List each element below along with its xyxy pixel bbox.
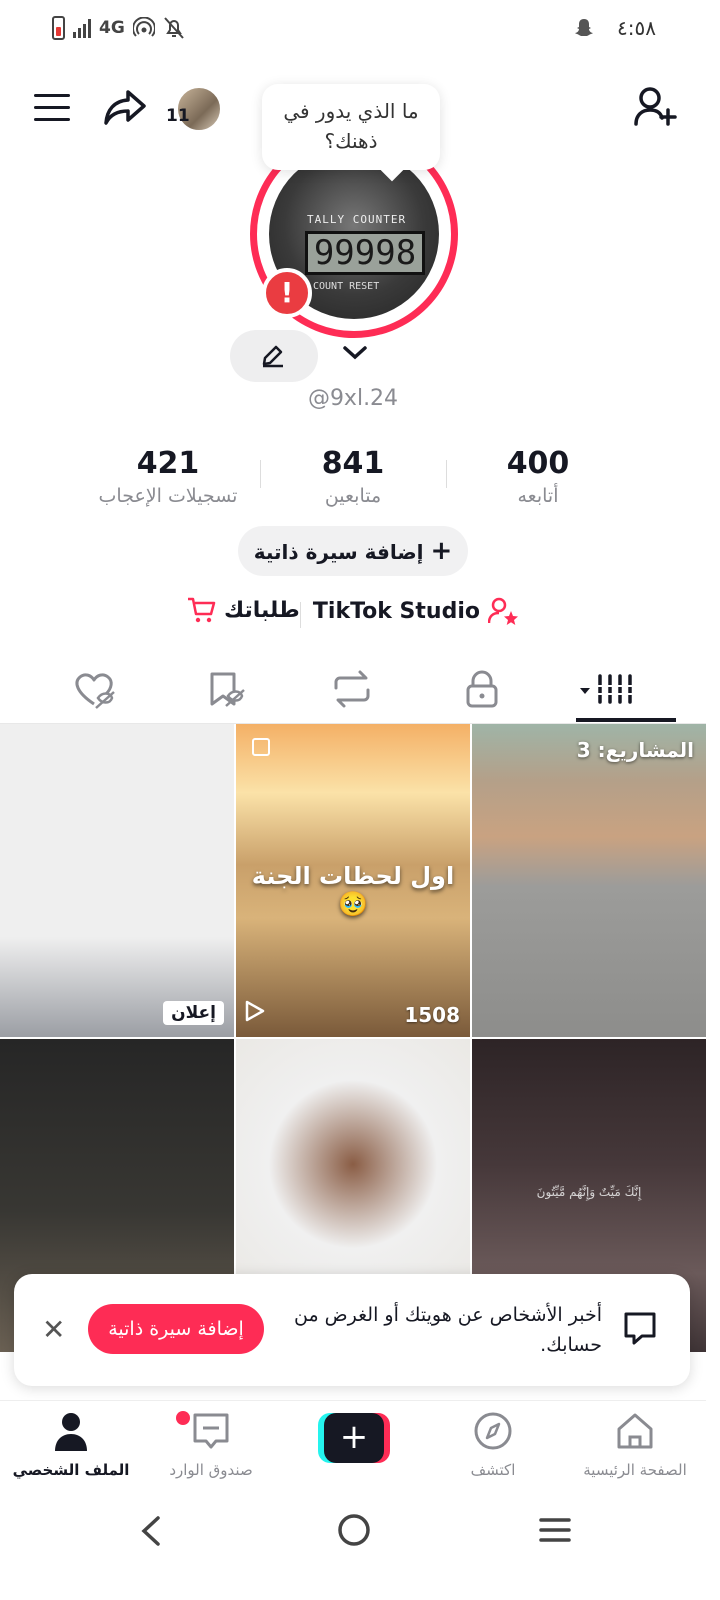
- hotspot-icon: [132, 17, 155, 37]
- cart-icon: [188, 597, 216, 623]
- tab-private-lock-icon[interactable]: [452, 666, 512, 712]
- video-caption: اول لحظات الجنة 🥹: [251, 862, 455, 918]
- bottom-navigation: الصفحة الرئيسية اكتشف + صندوق الوارد الم…: [0, 1400, 706, 1496]
- avatar-counter-value: 99998: [305, 231, 425, 275]
- snapchat-icon: [575, 19, 594, 36]
- video-caption: إِنَّكَ مَيِّتٌ وَإِنَّهُم مَّيِّتُونَ: [536, 1185, 642, 1199]
- nav-home-label: الصفحة الرئيسية: [583, 1461, 687, 1479]
- creator-star-icon: [488, 597, 518, 625]
- profile-icon: [55, 1413, 87, 1451]
- alert-icon[interactable]: !: [262, 268, 312, 318]
- following-count: 400: [506, 446, 570, 481]
- followers-stat[interactable]: 841 متابعين: [253, 446, 453, 510]
- avatar-counter-label: TALLY COUNTER: [307, 213, 407, 226]
- tab-reposts-icon[interactable]: [322, 666, 382, 712]
- recents-icon[interactable]: [538, 1514, 572, 1546]
- status-icons-left: 4G: [52, 16, 185, 40]
- active-tab-indicator: [576, 718, 676, 722]
- profile-links-row: TikTok Studio طلباتك: [0, 596, 706, 636]
- following-label: أتابعه: [517, 485, 559, 507]
- network-type: 4G: [99, 18, 125, 38]
- tiktok-studio-label: TikTok Studio: [312, 598, 480, 624]
- play-icon: [245, 1000, 265, 1022]
- add-bio-label: إضافة سيرة ذاتية: [253, 540, 424, 564]
- select-checkbox[interactable]: [252, 738, 270, 756]
- view-count: 1508: [404, 1003, 460, 1027]
- story-count-badge: 11: [166, 106, 190, 126]
- username: @9xl.24: [307, 386, 399, 411]
- tab-liked-icon[interactable]: [66, 666, 126, 712]
- status-bubble[interactable]: ما الذي يدور في ذهنك؟: [262, 84, 440, 170]
- profile-tabs: [0, 660, 706, 724]
- likes-count: 421: [136, 446, 200, 481]
- create-button[interactable]: +: [318, 1413, 390, 1463]
- avatar-counter-footer: COUNT RESET: [313, 281, 380, 292]
- followers-label: متابعين: [324, 485, 382, 507]
- tiktok-studio-link[interactable]: TikTok Studio: [313, 596, 520, 626]
- system-navigation-bar: [0, 1500, 720, 1600]
- notification-dot: [176, 1411, 190, 1425]
- following-stat[interactable]: 400 أتابعه: [438, 446, 638, 510]
- drafts-tile[interactable]: المشاريع: 3: [472, 724, 706, 1037]
- home-button-icon[interactable]: [336, 1512, 372, 1548]
- status-bar: 4G ٤:٥٨: [0, 0, 720, 60]
- tab-videos-grid-icon[interactable]: [576, 666, 636, 712]
- nav-profile-label: الملف الشخصي: [12, 1461, 130, 1479]
- add-bio-cta-button[interactable]: إضافة سيرة ذاتية: [88, 1304, 264, 1354]
- video-tile[interactable]: اول لحظات الجنة 🥹 1508: [236, 724, 470, 1037]
- nav-explore[interactable]: اكتشف: [428, 1411, 558, 1479]
- orders-label: طلباتك: [224, 597, 300, 623]
- tab-favorites-icon[interactable]: [196, 666, 256, 712]
- likes-label: تسجيلات الإعجاب: [98, 485, 238, 507]
- plus-icon: +: [430, 536, 453, 566]
- battery-icon: [52, 16, 65, 40]
- ad-label: إعلان: [163, 1001, 224, 1025]
- drafts-label: المشاريع: 3: [576, 738, 694, 762]
- mute-icon: [164, 17, 184, 39]
- add-bio-button[interactable]: + إضافة سيرة ذاتية: [238, 526, 468, 576]
- nav-profile[interactable]: الملف الشخصي: [6, 1411, 136, 1479]
- nav-inbox[interactable]: صندوق الوارد: [146, 1411, 276, 1479]
- chevron-down-icon[interactable]: [342, 344, 368, 362]
- clock: ٤:٥٨: [617, 16, 656, 40]
- share-icon[interactable]: [102, 86, 148, 128]
- back-icon[interactable]: [136, 1514, 166, 1548]
- compass-icon: [474, 1412, 512, 1450]
- orders-link[interactable]: طلباتك: [186, 596, 300, 624]
- nav-explore-label: اكتشف: [470, 1461, 516, 1479]
- divider: [300, 602, 301, 628]
- toast-message: أخبر الأشخاص عن هويتك أو الغرض من حسابك.: [294, 1304, 602, 1356]
- nav-home[interactable]: الصفحة الرئيسية: [570, 1411, 700, 1479]
- signal-icon: [73, 18, 91, 38]
- home-icon: [617, 1413, 653, 1449]
- likes-stat[interactable]: 421 تسجيلات الإعجاب: [68, 446, 268, 510]
- plus-icon: +: [324, 1413, 384, 1463]
- followers-count: 841: [321, 446, 385, 481]
- video-tile-ad[interactable]: إعلان: [0, 724, 234, 1037]
- menu-icon[interactable]: [34, 94, 70, 122]
- nav-inbox-label: صندوق الوارد: [169, 1461, 253, 1479]
- inbox-icon: [193, 1413, 229, 1449]
- chat-bubble-icon: [624, 1312, 656, 1345]
- status-icons-right: ٤:٥٨: [573, 16, 656, 40]
- edit-profile-button[interactable]: [230, 330, 318, 382]
- close-icon[interactable]: ✕: [42, 1316, 65, 1344]
- pencil-icon: [262, 345, 283, 368]
- bio-suggestion-toast: أخبر الأشخاص عن هويتك أو الغرض من حسابك.…: [14, 1274, 690, 1386]
- add-friend-icon[interactable]: [634, 86, 678, 128]
